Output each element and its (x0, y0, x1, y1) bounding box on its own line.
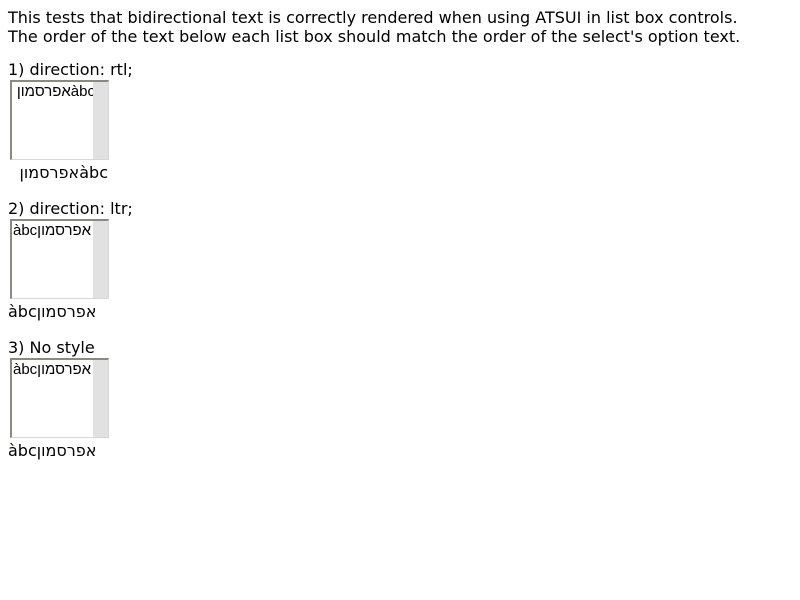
section-3-label: 3) No style (8, 338, 95, 357)
section-2-label: 2) direction: ltr; (8, 199, 133, 218)
intro-line-1: This tests that bidirectional text is co… (8, 8, 738, 27)
listbox-nostyle[interactable]: àbcןומסרפא (10, 358, 109, 438)
listbox-rtl[interactable]: ןומסרפאàbc (10, 80, 109, 160)
section-1-label: 1) direction: rtl; (8, 60, 133, 79)
section-2-result: àbcןומסרפא (8, 302, 97, 321)
listbox-ltr-scrollbar[interactable] (93, 221, 108, 298)
listbox-nostyle-scrollbar[interactable] (93, 360, 108, 437)
listbox-nostyle-option[interactable]: àbcןומסרפא (13, 361, 95, 378)
intro-text: This tests that bidirectional text is co… (8, 8, 740, 46)
listbox-ltr-option[interactable]: àbcןומסרפא (13, 222, 95, 239)
section-1-result: ןומסרפאàbc (19, 163, 108, 182)
section-3-result: àbcןומסרפא (8, 441, 97, 460)
listbox-rtl-scrollbar[interactable] (93, 82, 108, 159)
listbox-ltr[interactable]: àbcןומסרפא (10, 219, 109, 299)
intro-line-2: The order of the text below each list bo… (8, 27, 741, 46)
listbox-rtl-option[interactable]: ןומסרפאàbc (13, 83, 95, 100)
